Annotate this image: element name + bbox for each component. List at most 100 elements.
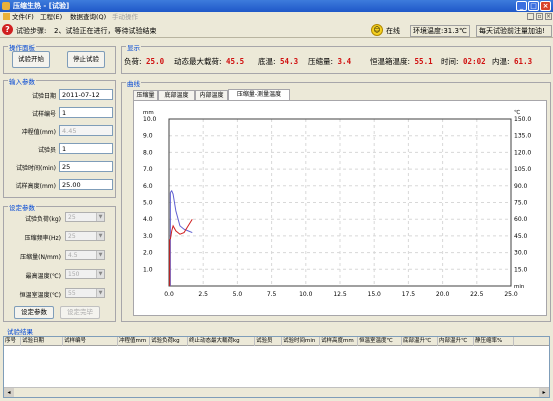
display-panel-title: 显示	[126, 42, 141, 52]
maximize-icon[interactable]: □	[528, 1, 539, 11]
set-label: 恒温室温度(℃)	[19, 292, 61, 299]
minimize-icon[interactable]: _	[516, 1, 527, 11]
input-label: 试验日期	[31, 93, 56, 100]
readout-item: 动态最大载荷: 45.5	[174, 56, 244, 67]
menu-query[interactable]: 数据查询(Q)	[70, 12, 106, 22]
x-tick-label: 20.0	[436, 291, 450, 298]
input-label: 冲程值(mm)	[21, 129, 56, 136]
menu-project[interactable]: 工程(E)	[40, 12, 62, 22]
set-params-title: 设定参数	[8, 202, 36, 212]
readout-label: 负荷:	[124, 57, 142, 66]
readout-label: 压缩量:	[308, 57, 334, 66]
input-field[interactable]: 2011-07-12	[59, 89, 113, 100]
tab-1[interactable]: 底部温度	[158, 90, 195, 100]
y-left-tick-label: 2.0	[143, 250, 153, 257]
tab-0[interactable]: 压缩量	[133, 90, 158, 100]
params-done-button[interactable]: 设定完毕	[60, 306, 100, 319]
set-select[interactable]: 25 ▼	[65, 231, 105, 241]
y-right-tick-label: 15.0	[514, 266, 528, 273]
column-header: 试验时间min	[282, 337, 320, 346]
start-test-button[interactable]: 试验开始	[12, 51, 50, 68]
readout-item: 负荷: 25.0	[124, 56, 164, 67]
set-label: 试验负荷(kg)	[25, 216, 61, 223]
x-tick-label: 12.5	[333, 291, 347, 298]
menu-bar: 文件(F) 工程(E) 数据查询(Q) 手动操作 _ ▫ ×	[0, 12, 553, 22]
readout-label: 底温:	[258, 57, 276, 66]
readout-label: 时间:	[441, 57, 459, 66]
scroll-right-icon[interactable]: ▸	[539, 388, 549, 397]
menu-manual[interactable]: 手动操作	[112, 12, 138, 22]
y-right-tick-label: 150.0	[514, 116, 531, 123]
smiley-icon: ☺	[371, 24, 383, 36]
x-tick-label: 15.0	[368, 291, 382, 298]
curves-title: 曲线	[126, 78, 141, 88]
set-label: 压缩频率(Hz)	[24, 235, 61, 242]
y-right-tick-label: 135.0	[514, 133, 531, 140]
set-label: 最高温度(℃)	[25, 273, 61, 280]
status-bar: ? 试验步骤: 2、试验正在进行，等待试验结束 ☺ 在线 环境温度:31.3℃ …	[0, 22, 553, 38]
input-field[interactable]: 1	[59, 107, 113, 118]
y-left-tick-label: 10.0	[143, 116, 157, 123]
readout-label: 动态最大载荷:	[174, 57, 222, 66]
chevron-down-icon: ▼	[96, 213, 104, 221]
y-left-tick-label: 8.0	[143, 149, 153, 156]
close-icon[interactable]: ×	[540, 1, 551, 11]
x-tick-label: 10.0	[299, 291, 313, 298]
chevron-down-icon: ▼	[96, 289, 104, 297]
set-select[interactable]: 4.5 ▼	[65, 250, 105, 260]
y-right-tick-label: 30.0	[514, 250, 528, 257]
results-header: 序号 试验日期 试样编号 冲程值mm 试验负荷kg 终止动态最大载荷kg 试验员 试验时间mi…	[4, 337, 549, 346]
y-right-tick-label: 75.0	[514, 200, 528, 207]
scroll-left-icon[interactable]: ◂	[4, 388, 14, 397]
y-right-tick-label: 90.0	[514, 183, 528, 190]
readout-label: 恒温箱温度:	[370, 57, 411, 66]
column-header: 静压缩率%	[474, 337, 514, 346]
menu-file[interactable]: 文件(F)	[12, 12, 34, 22]
results-table[interactable]: 序号 试验日期 试样编号 冲程值mm 试验负荷kg 终止动态最大载荷kg 试验员 试验时间mi…	[3, 336, 550, 398]
readout-value: 55.1	[410, 57, 433, 66]
tab-2[interactable]: 内部温度	[195, 90, 228, 100]
set-params-panel	[3, 206, 116, 322]
readout-value: 25.0	[141, 57, 165, 66]
column-header: 试验员	[255, 337, 282, 346]
readout-value: 54.3	[275, 57, 299, 66]
x-tick-label: 7.5	[267, 291, 277, 298]
column-header: 试验负荷kg	[150, 337, 188, 346]
step-label: 试验步骤:	[16, 27, 47, 35]
chevron-down-icon: ▼	[96, 270, 104, 278]
mdi-minimize-icon[interactable]: _	[527, 13, 534, 20]
input-label: 试验时间(min)	[16, 165, 56, 172]
readout-value: 02:02	[458, 57, 486, 66]
input-field: 4.45	[59, 125, 113, 136]
y-right-tick-label: 45.0	[514, 233, 528, 240]
y-left-tick-label: 9.0	[143, 133, 153, 140]
column-header: 内部温升℃	[438, 337, 474, 346]
horizontal-scrollbar[interactable]: ◂ ▸	[4, 387, 549, 397]
input-field[interactable]: 1	[59, 143, 113, 154]
column-header: 试样编号	[63, 337, 118, 346]
mdi-restore-icon[interactable]: ▫	[536, 13, 543, 20]
set-select[interactable]: 150 ▼	[65, 269, 105, 279]
y-right-tick-label: 120.0	[514, 149, 531, 156]
chevron-down-icon: ▼	[96, 232, 104, 240]
column-header: 恒温室温度℃	[358, 337, 402, 346]
column-header: 底部温升℃	[402, 337, 438, 346]
input-field[interactable]: 25	[59, 161, 113, 172]
column-header: 终止动态最大载荷kg	[188, 337, 255, 346]
app-icon	[2, 2, 10, 10]
readout-item: 底温: 54.3	[258, 56, 298, 67]
input-field[interactable]: 25.00	[59, 179, 113, 190]
x-tick-label: 5.0	[233, 291, 243, 298]
set-select[interactable]: 55 ▼	[65, 288, 105, 298]
set-params-button[interactable]: 设定参数	[14, 306, 54, 319]
chart-svg: 0.0 2.5 5.0 7.5 10.0 12.5 15.0 17.5 20.0 22.5 25.0…	[143, 109, 531, 298]
set-select[interactable]: 25 ▼	[65, 212, 105, 222]
mdi-close-icon[interactable]: ×	[545, 13, 552, 20]
chevron-down-icon: ▼	[96, 251, 104, 259]
tab-3[interactable]: 压缩量-测量温度	[228, 89, 290, 100]
y-left-tick-label: 5.0	[143, 200, 153, 207]
readout-item: 内温: 61.3	[492, 56, 532, 67]
set-label: 压缩量(N/mm)	[20, 254, 61, 261]
stop-test-button[interactable]: 停止试验	[67, 51, 105, 68]
doc-icon	[3, 13, 10, 20]
